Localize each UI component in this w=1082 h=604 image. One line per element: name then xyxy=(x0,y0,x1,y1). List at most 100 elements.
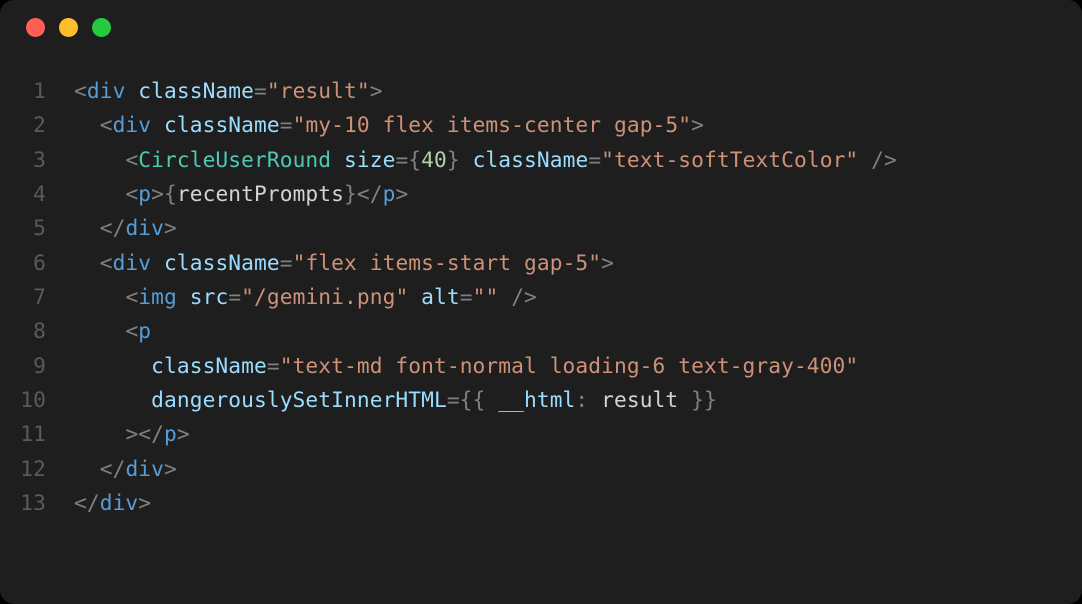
token-at: __html xyxy=(498,387,575,412)
code-line[interactable]: 13</div> xyxy=(0,486,1082,520)
token-p: > xyxy=(164,456,177,481)
token-p: </ xyxy=(74,490,100,515)
code-line[interactable]: 4 <p>{recentPrompts}</p> xyxy=(0,177,1082,211)
token-p: = xyxy=(280,112,293,137)
token-p: = xyxy=(588,147,601,172)
code-content[interactable]: <CircleUserRound size={40} className="te… xyxy=(74,143,1082,177)
token-p: }</ xyxy=(344,181,383,206)
token-p: < xyxy=(125,147,138,172)
token-at: dangerouslySetInnerHTML xyxy=(151,387,447,412)
code-line[interactable]: 2 <div className="my-10 flex items-cente… xyxy=(0,108,1082,142)
code-line[interactable]: 6 <div className="flex items-start gap-5… xyxy=(0,246,1082,280)
token-p: < xyxy=(100,112,113,137)
code-line[interactable]: 9 className="text-md font-normal loading… xyxy=(0,349,1082,383)
code-content[interactable]: <div className="flex items-start gap-5"> xyxy=(74,246,1082,280)
token-p: > xyxy=(164,215,177,240)
token-p: ={{ xyxy=(447,387,498,412)
token-tg: p xyxy=(138,181,151,206)
token-p: : xyxy=(575,387,601,412)
code-line[interactable]: 3 <CircleUserRound size={40} className="… xyxy=(0,143,1082,177)
token-id xyxy=(408,284,421,309)
line-number: 12 xyxy=(0,452,74,486)
code-line[interactable]: 1<div className="result"> xyxy=(0,74,1082,108)
token-p: = xyxy=(280,250,293,275)
token-p: = xyxy=(267,353,280,378)
minimize-icon[interactable] xyxy=(59,18,78,37)
token-st: "" xyxy=(473,284,499,309)
token-nm: 40 xyxy=(421,147,447,172)
line-number: 11 xyxy=(0,417,74,451)
token-tg: div xyxy=(125,215,164,240)
token-tg: div xyxy=(125,456,164,481)
line-number: 10 xyxy=(0,383,74,417)
line-number: 13 xyxy=(0,486,74,520)
token-at: className xyxy=(164,112,280,137)
token-id xyxy=(498,284,511,309)
token-at: className xyxy=(151,353,267,378)
token-p: > xyxy=(691,112,704,137)
token-id xyxy=(331,147,344,172)
token-p: /> xyxy=(871,147,897,172)
line-number: 6 xyxy=(0,246,74,280)
token-p: < xyxy=(74,78,87,103)
code-content[interactable]: </div> xyxy=(74,452,1082,486)
code-content[interactable]: dangerouslySetInnerHTML={{ __html: resul… xyxy=(74,383,1082,417)
line-number: 8 xyxy=(0,314,74,348)
token-cmp: CircleUserRound xyxy=(138,147,331,172)
code-line[interactable]: 8 <p xyxy=(0,314,1082,348)
token-id xyxy=(125,78,138,103)
code-content[interactable]: <div className="my-10 flex items-center … xyxy=(74,108,1082,142)
token-st: "text-softTextColor" xyxy=(601,147,858,172)
token-p: < xyxy=(125,318,138,343)
token-at: alt xyxy=(421,284,460,309)
code-content[interactable]: <img src="/gemini.png" alt="" /> xyxy=(74,280,1082,314)
token-id xyxy=(858,147,871,172)
code-content[interactable]: <p xyxy=(74,314,1082,348)
token-at: size xyxy=(344,147,395,172)
token-p: </ xyxy=(100,215,126,240)
code-content[interactable]: <div className="result"> xyxy=(74,74,1082,108)
token-st: "flex items-start gap-5" xyxy=(293,250,602,275)
token-id xyxy=(177,284,190,309)
code-content[interactable]: </div> xyxy=(74,211,1082,245)
code-line[interactable]: 12 </div> xyxy=(0,452,1082,486)
code-content[interactable]: <p>{recentPrompts}</p> xyxy=(74,177,1082,211)
code-line[interactable]: 7 <img src="/gemini.png" alt="" /> xyxy=(0,280,1082,314)
token-tg: img xyxy=(138,284,177,309)
token-p: > xyxy=(138,490,151,515)
titlebar xyxy=(0,0,1082,54)
token-st: "result" xyxy=(267,78,370,103)
token-jx: result xyxy=(601,387,678,412)
code-line[interactable]: 11 ></p> xyxy=(0,417,1082,451)
token-p: < xyxy=(125,181,138,206)
code-editor[interactable]: 1<div className="result">2 <div classNam… xyxy=(0,54,1082,604)
code-window: 1<div className="result">2 <div classNam… xyxy=(0,0,1082,604)
close-icon[interactable] xyxy=(26,18,45,37)
token-tg: p xyxy=(383,181,396,206)
code-line[interactable]: 10 dangerouslySetInnerHTML={{ __html: re… xyxy=(0,383,1082,417)
token-p: > xyxy=(177,421,190,446)
maximize-icon[interactable] xyxy=(92,18,111,37)
token-p: = xyxy=(460,284,473,309)
code-content[interactable]: </div> xyxy=(74,486,1082,520)
token-p: ={ xyxy=(395,147,421,172)
code-content[interactable]: className="text-md font-normal loading-6… xyxy=(74,349,1082,383)
token-p: > xyxy=(601,250,614,275)
token-p: >{ xyxy=(151,181,177,206)
token-id xyxy=(151,250,164,275)
code-line[interactable]: 5 </div> xyxy=(0,211,1082,245)
token-tg: p xyxy=(138,318,151,343)
token-st: "text-md font-normal loading-6 text-gray… xyxy=(280,353,859,378)
token-p: > xyxy=(395,181,408,206)
token-at: src xyxy=(190,284,229,309)
token-p: </ xyxy=(100,456,126,481)
token-p: < xyxy=(100,250,113,275)
code-content[interactable]: ></p> xyxy=(74,417,1082,451)
line-number: 1 xyxy=(0,74,74,108)
token-id xyxy=(460,147,473,172)
token-st: "/gemini.png" xyxy=(241,284,408,309)
token-tg: p xyxy=(164,421,177,446)
token-p: }} xyxy=(678,387,717,412)
token-p: } xyxy=(447,147,460,172)
token-p: = xyxy=(228,284,241,309)
